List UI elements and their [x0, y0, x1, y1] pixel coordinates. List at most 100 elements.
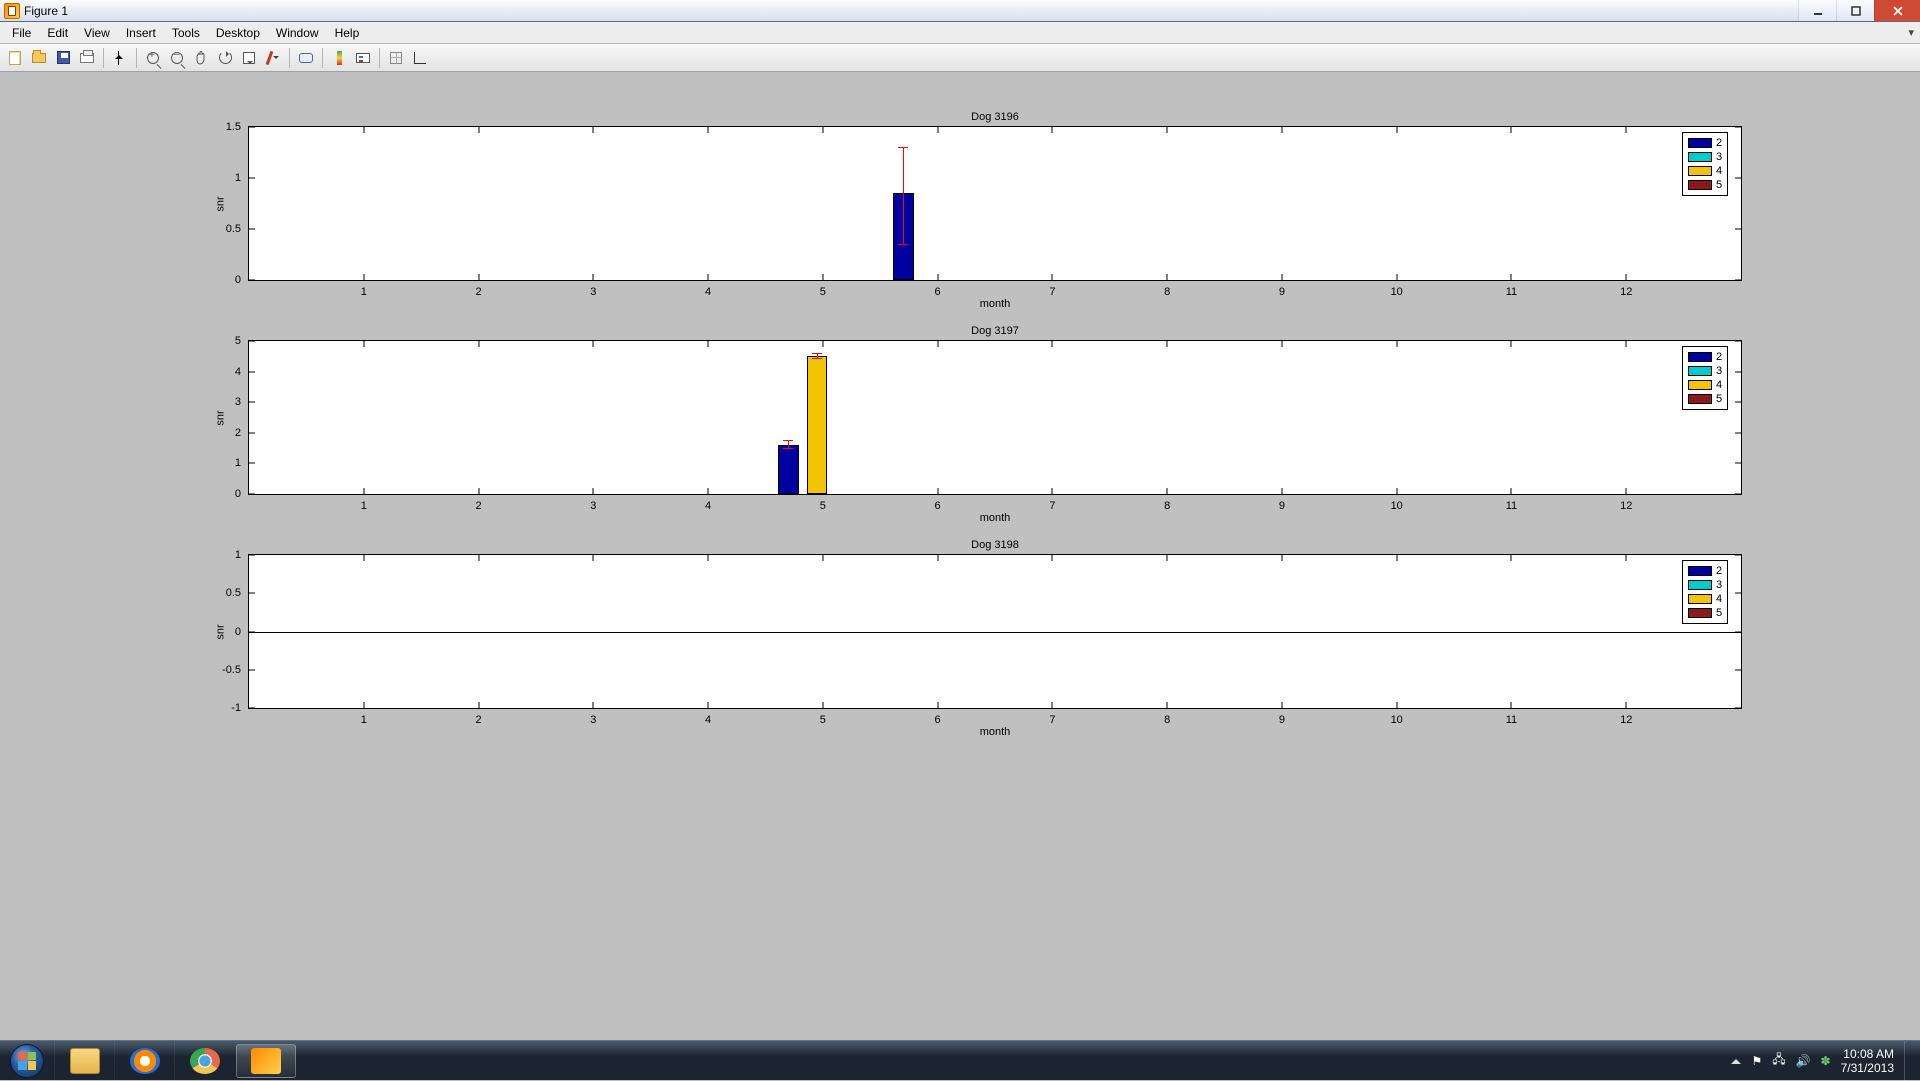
x-tick-label: 9	[1279, 500, 1285, 512]
legend-entry[interactable]: 4	[1688, 378, 1722, 392]
menu-tools[interactable]: Tools	[164, 24, 208, 42]
chart-title: Dog 3196	[249, 111, 1741, 123]
legend-entry[interactable]: 4	[1688, 164, 1722, 178]
start-button[interactable]	[0, 1041, 54, 1081]
grid-icon	[390, 52, 402, 64]
show-desktop-button[interactable]	[1904, 1041, 1914, 1081]
window-title: Figure 1	[24, 4, 68, 18]
x-tick-label: 3	[590, 500, 596, 512]
window-close-button[interactable]	[1874, 0, 1920, 21]
window-minimize-button[interactable]	[1798, 0, 1836, 21]
toolbar-hide-tools-button[interactable]	[385, 47, 407, 69]
taskbar-item-chrome[interactable]	[174, 1041, 234, 1081]
legend-entry[interactable]: 5	[1688, 392, 1722, 406]
dock-caret-icon[interactable]: ▾	[1908, 26, 1920, 39]
x-tick-label: 9	[1279, 714, 1285, 726]
x-tick-label: 9	[1279, 286, 1285, 298]
toolbar-new-button[interactable]	[4, 47, 26, 69]
legend-label: 4	[1716, 592, 1722, 606]
x-tick-label: 7	[1049, 714, 1055, 726]
toolbar-link-button[interactable]	[295, 47, 317, 69]
legend-entry[interactable]: 2	[1688, 136, 1722, 150]
legend-entry[interactable]: 5	[1688, 178, 1722, 192]
tray-clock[interactable]: 10:08 AM 7/31/2013	[1841, 1047, 1894, 1075]
menu-edit[interactable]: Edit	[39, 24, 76, 42]
legend-entry[interactable]: 3	[1688, 150, 1722, 164]
tray-network-icon[interactable]: 🖧	[1772, 1050, 1785, 1071]
menu-window[interactable]: Window	[268, 24, 327, 42]
toolbar-zoom-in-button[interactable]	[142, 47, 164, 69]
chart-legend[interactable]: 2345	[1682, 132, 1728, 196]
legend-entry[interactable]: 2	[1688, 564, 1722, 578]
error-bar	[903, 147, 904, 244]
y-tick-label: 1	[211, 172, 241, 184]
x-tick-label: 1	[361, 714, 367, 726]
windows-taskbar: ⚑ 🖧 🔊 ✽ 10:08 AM 7/31/2013	[0, 1040, 1920, 1080]
y-tick-label: 0	[211, 626, 241, 638]
taskbar-item-media-player[interactable]	[114, 1041, 174, 1081]
chrome-icon	[190, 1048, 220, 1074]
bar-series-4[interactable]	[807, 356, 828, 494]
toolbar-rotate-button[interactable]	[214, 47, 236, 69]
x-tick-label: 10	[1391, 286, 1403, 298]
x-tick-label: 12	[1620, 500, 1632, 512]
x-tick-label: 2	[475, 286, 481, 298]
tray-app-icon[interactable]: ✽	[1821, 1054, 1831, 1068]
legend-swatch-icon	[1688, 566, 1712, 576]
legend-entry[interactable]: 4	[1688, 592, 1722, 606]
tray-volume-icon[interactable]: 🔊	[1796, 1054, 1811, 1068]
y-tick-label: 0.5	[211, 223, 241, 235]
toolbar-legend-button[interactable]	[352, 47, 374, 69]
toolbar-brush-button[interactable]	[262, 47, 284, 69]
window-maximize-button[interactable]	[1836, 0, 1874, 21]
legend-swatch-icon	[1688, 166, 1712, 176]
x-tick-label: 4	[705, 286, 711, 298]
folder-open-icon	[32, 53, 46, 63]
menu-view[interactable]: View	[76, 24, 118, 42]
chart-legend[interactable]: 2345	[1682, 560, 1728, 624]
tray-show-hidden-icon[interactable]	[1731, 1054, 1741, 1064]
chart-title: Dog 3198	[249, 539, 1741, 551]
legend-entry[interactable]: 3	[1688, 364, 1722, 378]
menu-file[interactable]: File	[4, 24, 39, 42]
subplot-dog-3196[interactable]: Dog 3196 snr month 00.511.51234567891011…	[248, 126, 1742, 281]
chart-legend[interactable]: 2345	[1682, 346, 1728, 410]
menu-help[interactable]: Help	[327, 24, 368, 42]
caret-down-icon	[273, 56, 279, 62]
legend-entry[interactable]: 2	[1688, 350, 1722, 364]
tray-flag-icon[interactable]: ⚑	[1751, 1054, 1762, 1068]
toolbar-show-tools-button[interactable]	[409, 47, 431, 69]
file-explorer-icon	[70, 1048, 100, 1074]
x-tick-label: 1	[361, 500, 367, 512]
taskbar-item-matlab[interactable]	[236, 1044, 296, 1078]
toolbar-open-button[interactable]	[28, 47, 50, 69]
menu-desktop[interactable]: Desktop	[208, 24, 268, 42]
toolbar-pan-button[interactable]	[190, 47, 212, 69]
print-icon	[80, 53, 94, 63]
menubar: File Edit View Insert Tools Desktop Wind…	[0, 22, 1920, 44]
legend-swatch-icon	[1688, 352, 1712, 362]
toolbar-print-button[interactable]	[76, 47, 98, 69]
menu-insert[interactable]: Insert	[118, 24, 164, 42]
y-tick-label: 3	[211, 396, 241, 408]
legend-swatch-icon	[1688, 138, 1712, 148]
toolbar-colorbar-button[interactable]	[328, 47, 350, 69]
legend-entry[interactable]: 3	[1688, 578, 1722, 592]
legend-label: 2	[1716, 350, 1722, 364]
toolbar-save-button[interactable]	[52, 47, 74, 69]
tray-date: 7/31/2013	[1841, 1061, 1894, 1075]
matlab-figure-icon	[4, 3, 20, 19]
toolbar-edit-plot-button[interactable]	[109, 47, 131, 69]
taskbar-item-explorer[interactable]	[54, 1041, 114, 1081]
subplot-dog-3197[interactable]: Dog 3197 snr month 012345123456789101112	[248, 340, 1742, 495]
bar-series-2[interactable]	[778, 445, 799, 494]
toolbar-separator	[322, 48, 323, 68]
toolbar-datatip-button[interactable]	[238, 47, 260, 69]
legend-icon	[356, 53, 370, 63]
subplot-dog-3198[interactable]: Dog 3198 snr month -1-0.500.511234567891…	[248, 554, 1742, 709]
legend-entry[interactable]: 5	[1688, 606, 1722, 620]
figure-canvas: Dog 3196 snr month 00.511.51234567891011…	[0, 72, 1920, 1040]
toolbar-zoom-out-button[interactable]	[166, 47, 188, 69]
toolbar-separator	[103, 48, 104, 68]
error-bar	[788, 440, 789, 448]
